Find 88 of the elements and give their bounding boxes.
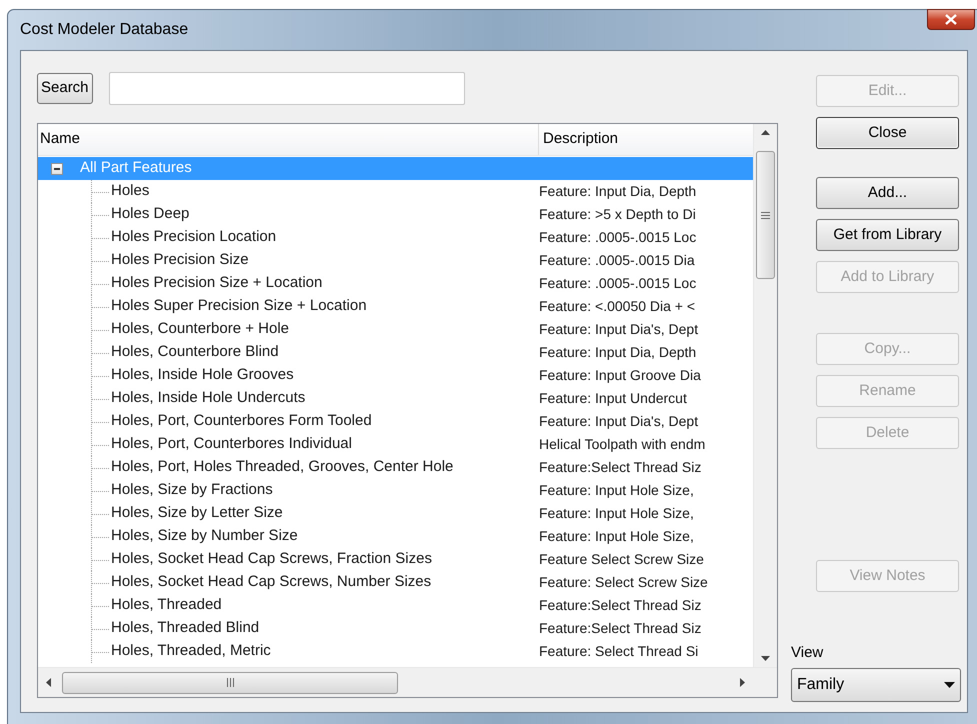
feature-name: Holes, Threaded Blind [111, 618, 260, 638]
feature-description: Feature: Input Dia, Depth [538, 182, 696, 201]
feature-name: Holes, Port, Counterbores Individual [111, 434, 352, 454]
feature-name: Holes, Counterbore + Hole [111, 319, 290, 340]
vertical-scrollbar[interactable] [753, 124, 777, 667]
search-button[interactable]: Search [37, 73, 93, 104]
tree-row[interactable]: Holes, Socket Head Cap Screws, Fraction Sizes Feature Select Screw Size [38, 548, 753, 571]
tree-row[interactable]: Holes, Counterbore + Hole Feature: Input Dia's, Dept [38, 318, 753, 341]
column-header[interactable]: Description [539, 124, 753, 155]
feature-name: Holes Precision Size [111, 250, 249, 270]
column-header[interactable]: Name [38, 124, 539, 155]
feature-description: Feature: .0005-.0015 Dia [538, 251, 695, 270]
tree-row[interactable]: Holes, Inside Hole Undercuts Feature: Input Undercut [38, 387, 753, 410]
close-button[interactable] [927, 9, 975, 30]
scroll-thumb[interactable] [756, 151, 775, 279]
search-field[interactable] [108, 72, 465, 105]
feature-name: Holes, Inside Hole Grooves [111, 365, 294, 386]
scroll-up-icon [761, 130, 770, 135]
feature-description: Feature: Input Undercut [538, 389, 687, 408]
feature-name: Holes, Threaded, Metric [111, 641, 271, 662]
feature-description: Feature:Select Thread Siz [538, 458, 702, 477]
feature-description: Feature Select Screw Size [538, 550, 704, 569]
tree-row[interactable]: Holes, Inside Hole Grooves Feature: Input Groove Dia [38, 364, 753, 387]
feature-description: Feature:Select Thread Siz [538, 619, 702, 638]
feature-name: Holes, Size by Number Size [111, 526, 298, 546]
feature-description: Feature: Input Dia's, Dept [538, 320, 698, 339]
tree-row[interactable]: Holes, Port, Counterbores Individual Helical Toolpath with endm [38, 433, 753, 456]
tree-row[interactable]: Holes, Socket Head Cap Screws, Number Sizes Feature: Select Screw Size [38, 571, 753, 594]
tree-row[interactable]: Holes Deep Feature: >5 x Depth to Di [38, 203, 753, 226]
close-icon [944, 14, 958, 25]
feature-description: Feature: Input Groove Dia [538, 366, 701, 385]
feature-description: Feature: Input Hole Size, [538, 481, 694, 500]
feature-name: Holes, Socket Head Cap Screws, Fraction Sizes [111, 549, 432, 570]
tree-row[interactable]: Holes Super Precision Size + Location Feature: <.00050 Dia + < [38, 295, 753, 318]
feature-description: Feature: Input Dia, Depth [538, 343, 696, 362]
tree-row[interactable]: Holes, Port, Holes Threaded, Grooves, Center Hole Feature:Select Thread Siz [38, 456, 753, 479]
feature-description: Feature: <.00050 Dia + < [538, 297, 696, 316]
feature-name: Holes Super Precision Size + Location [111, 296, 367, 316]
feature-description: Feature: Input Hole Size, [538, 527, 694, 546]
grip-icon [761, 212, 770, 218]
feature-description: Feature:Select Thread Siz [538, 596, 702, 615]
feature-description: Feature: Input Dia's, Dept [538, 412, 698, 431]
tree-row[interactable]: Holes, Size by Letter Size Feature: Input Hole Size, [38, 502, 753, 525]
grip-icon [226, 678, 234, 687]
tree-row[interactable]: Holes Precision Size Feature: .0005-.0015 Dia [38, 249, 753, 272]
dialog-button[interactable]: Close [816, 117, 959, 149]
scroll-down-icon [761, 656, 770, 661]
tree-row[interactable]: Holes, Threaded Feature:Select Thread Siz [38, 594, 753, 617]
feature-name: Holes, Size by Fractions [111, 480, 273, 500]
dialog-button[interactable]: Get from Library [816, 219, 959, 251]
feature-name: Holes Deep [111, 204, 190, 224]
tree-row[interactable]: Holes Feature: Input Dia, Depth [38, 180, 753, 203]
feature-description: Feature: Select Thread Si [538, 642, 698, 661]
feature-name: All Part Features [80, 158, 192, 178]
feature-description: Feature: .0005-.0015 Loc [538, 228, 696, 247]
feature-description: Helical Toolpath with endm [538, 435, 706, 454]
feature-name: Holes, Size by Letter Size [111, 503, 283, 524]
feature-name: Holes Precision Size + Location [111, 273, 322, 294]
dropdown-arrow-icon [944, 682, 955, 688]
view-dropdown[interactable]: Family [791, 668, 961, 702]
scroll-thumb[interactable] [62, 672, 398, 694]
feature-name: Holes, Port, Counterbores Form Tooled [111, 411, 372, 432]
feature-name: Holes, Inside Hole Undercuts [111, 388, 306, 408]
feature-name: Holes, Threaded [111, 595, 222, 616]
tree-row[interactable]: Holes Precision Size + Location Feature: .0005-.0015 Loc [38, 272, 753, 295]
feature-name: Holes Precision Location [111, 227, 276, 248]
collapse-toggle[interactable] [51, 162, 63, 174]
feature-name: Holes, Counterbore Blind [111, 342, 279, 362]
feature-description: Feature: Input Hole Size, [538, 504, 694, 523]
feature-name: Holes, Socket Head Cap Screws, Number Sizes [111, 572, 432, 592]
tree-row[interactable]: Holes, Port, Counterbores Form Tooled Feature: Input Dia's, Dept [38, 410, 753, 433]
dialog-button[interactable]: Add... [816, 177, 959, 209]
tree-row[interactable]: Holes, Counterbore Blind Feature: Input Dia, Depth [38, 341, 753, 364]
feature-description: Feature: >5 x Depth to Di [538, 205, 696, 224]
feature-description: Feature: .0005-.0015 Loc [538, 274, 696, 293]
horizontal-scrollbar[interactable] [38, 668, 753, 697]
scroll-right-icon [740, 678, 745, 687]
tree-row[interactable]: Holes, Size by Number Size Feature: Input Hole Size, [38, 525, 753, 548]
scroll-left-icon [46, 678, 51, 687]
window-title: Cost Modeler Database [20, 20, 188, 40]
feature-name: Holes, Port, Holes Threaded, Grooves, Center Hole [111, 457, 454, 478]
tree-row[interactable]: Holes, Threaded Blind Feature:Select Thread Siz [38, 617, 753, 640]
tree-row[interactable]: Holes Precision Location Feature: .0005-.0015 Loc [38, 226, 753, 249]
tree-row[interactable]: Holes, Size by Fractions Feature: Input Hole Size, [38, 479, 753, 502]
feature-name: Holes [111, 181, 150, 202]
feature-description: Feature: Select Screw Size [538, 573, 708, 592]
view-label: View [791, 643, 824, 663]
tree-row[interactable]: Holes, Threaded, Metric Feature: Select Thread Si [38, 640, 753, 663]
